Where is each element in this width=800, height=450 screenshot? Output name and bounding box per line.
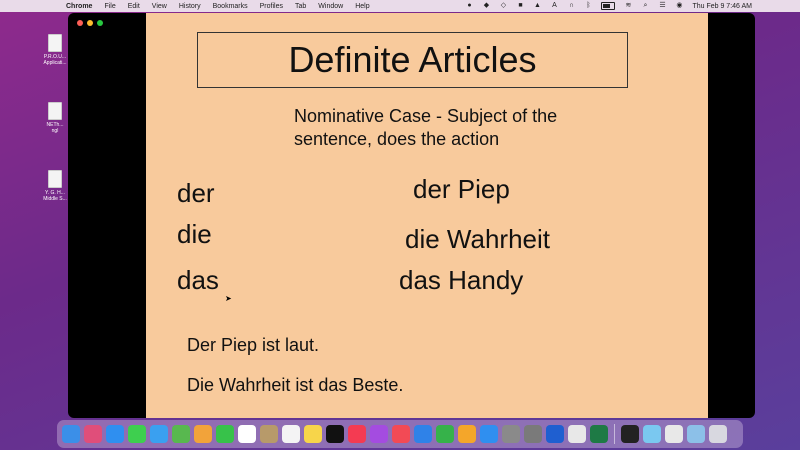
menu-view[interactable]: View xyxy=(152,3,167,10)
mail-icon[interactable] xyxy=(150,425,168,443)
wifi-icon[interactable]: ≋ xyxy=(624,2,632,10)
menu-tab[interactable]: Tab xyxy=(295,3,306,10)
desktop-icon[interactable]: Y. G. H... Middle S... xyxy=(40,170,70,202)
calendar-icon[interactable] xyxy=(238,425,256,443)
preview-icon[interactable] xyxy=(643,425,661,443)
desktop-icon-label: P.R.O.U... Applicati... xyxy=(43,54,67,66)
desktop-icon[interactable]: NETh... ngl xyxy=(40,102,70,134)
example-der: der Piep xyxy=(413,174,510,204)
menu-bookmarks[interactable]: Bookmarks xyxy=(213,3,248,10)
dock-separator xyxy=(614,424,615,444)
example-die: die Wahrheit xyxy=(405,224,550,254)
minimize-window-button[interactable] xyxy=(87,20,93,26)
document-icon xyxy=(48,34,62,52)
desktop-icon[interactable]: P.R.O.U... Applicati... xyxy=(40,34,70,66)
menu-extra-icon[interactable]: ▲ xyxy=(533,2,541,10)
apple-tv-icon[interactable] xyxy=(326,425,344,443)
clock[interactable]: Thu Feb 9 7:46 AM xyxy=(692,3,752,10)
settings-icon[interactable] xyxy=(524,425,542,443)
numbers-icon[interactable] xyxy=(436,425,454,443)
messages-icon[interactable] xyxy=(128,425,146,443)
dropbox-icon[interactable]: ◇ xyxy=(499,2,507,10)
music-icon[interactable] xyxy=(348,425,366,443)
headphones-icon[interactable] xyxy=(621,425,639,443)
mouse-cursor-icon: ➤ xyxy=(225,294,232,303)
news-icon[interactable] xyxy=(392,425,410,443)
trash-icon[interactable] xyxy=(709,425,727,443)
excel-icon[interactable] xyxy=(590,425,608,443)
dock xyxy=(57,420,743,448)
siri-icon[interactable]: ◉ xyxy=(675,2,683,10)
menu-app-name[interactable]: Chrome xyxy=(66,3,92,10)
bluetooth-icon[interactable]: ᛒ xyxy=(584,2,592,10)
menu-bar: Chrome File Edit View History Bookmarks … xyxy=(0,0,800,12)
disk-utility-icon[interactable] xyxy=(502,425,520,443)
sentence-1: Der Piep ist laut. xyxy=(187,335,320,355)
app-store-icon[interactable] xyxy=(480,425,498,443)
document-icon xyxy=(48,170,62,188)
article-die: die xyxy=(177,219,212,249)
headphones-icon[interactable]: ∩ xyxy=(567,2,575,10)
desktop-icon-label: NETh... ngl xyxy=(46,122,64,134)
facetime-icon[interactable] xyxy=(216,425,234,443)
chrome-icon[interactable] xyxy=(568,425,586,443)
menu-help[interactable]: Help xyxy=(355,3,369,10)
control-center-icon[interactable]: ☰ xyxy=(658,2,666,10)
screen-record-icon[interactable]: ■ xyxy=(516,2,524,10)
apple-menu-icon[interactable] xyxy=(48,2,56,10)
pages-icon[interactable] xyxy=(458,425,476,443)
podcasts-icon[interactable] xyxy=(370,425,388,443)
menu-window[interactable]: Window xyxy=(318,3,343,10)
menu-profiles[interactable]: Profiles xyxy=(260,3,283,10)
downloads-icon[interactable] xyxy=(687,425,705,443)
article-der: der xyxy=(177,178,215,208)
microphone-icon[interactable]: ● xyxy=(465,2,473,10)
shield-icon[interactable]: ◆ xyxy=(482,2,490,10)
a-icon[interactable]: A xyxy=(550,2,558,10)
keynote-icon[interactable] xyxy=(414,425,432,443)
slide: Definite Articles Nominative Case - Subj… xyxy=(146,13,708,418)
menu-file[interactable]: File xyxy=(104,3,115,10)
photos-icon[interactable] xyxy=(194,425,212,443)
slide-subtitle: Nominative Case - Subject of the sentenc… xyxy=(294,106,558,149)
notes-icon[interactable] xyxy=(304,425,322,443)
contacts-icon[interactable] xyxy=(260,425,278,443)
maps-icon[interactable] xyxy=(172,425,190,443)
safari-icon[interactable] xyxy=(106,425,124,443)
sentence-2: Die Wahrheit ist das Beste. xyxy=(187,375,404,395)
article-das: das xyxy=(177,265,219,295)
desktop-icon-label: Y. G. H... Middle S... xyxy=(43,190,67,202)
slide-title: Definite Articles xyxy=(288,39,537,80)
proxy-icon[interactable] xyxy=(546,425,564,443)
status-area: ● ◆ ◇ ■ ▲ A ∩ ᛒ ≋ ⌕ ☰ ◉ Thu Feb 9 7:46 A… xyxy=(465,0,752,12)
example-das: das Handy xyxy=(399,265,524,295)
screenshot-icon[interactable] xyxy=(665,425,683,443)
launchpad-icon[interactable] xyxy=(84,425,102,443)
search-icon[interactable]: ⌕ xyxy=(641,2,649,10)
finder-icon[interactable] xyxy=(62,425,80,443)
slide-title-box: Definite Articles xyxy=(197,32,628,88)
menu-edit[interactable]: Edit xyxy=(128,3,140,10)
menu-history[interactable]: History xyxy=(179,3,201,10)
battery-icon[interactable] xyxy=(601,2,616,10)
reminders-icon[interactable] xyxy=(282,425,300,443)
document-icon xyxy=(48,102,62,120)
close-window-button[interactable] xyxy=(77,20,83,26)
maximize-window-button[interactable] xyxy=(97,20,103,26)
